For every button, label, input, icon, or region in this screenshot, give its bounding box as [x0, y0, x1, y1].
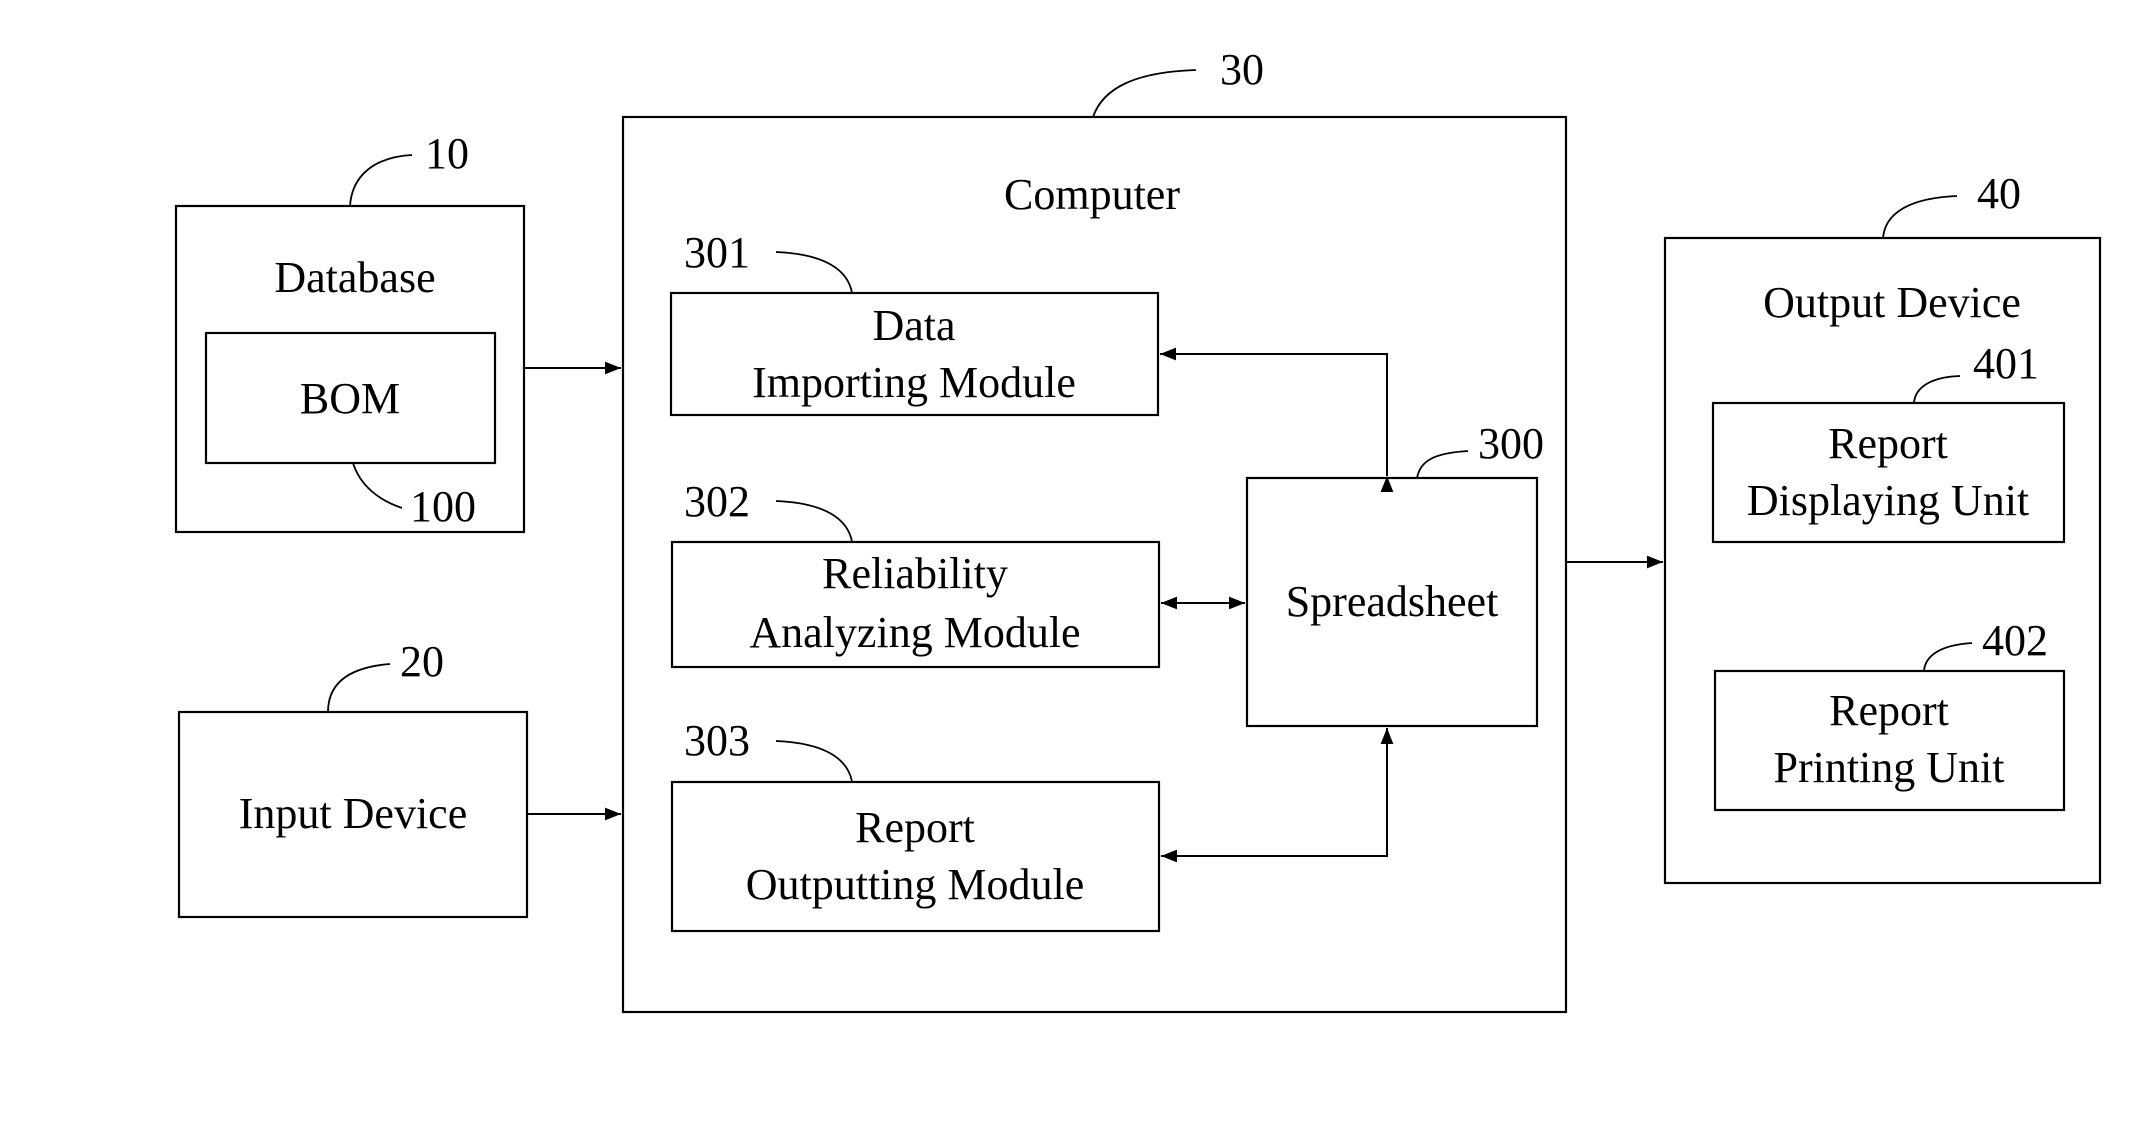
data-importing-module-block: Data Importing Module 301 [669, 228, 1160, 417]
output-device-block: Output Device 40 Report Displaying Unit … [1663, 169, 2102, 885]
report-printing-unit-ref: 402 [1982, 616, 2048, 665]
report-printing-unit-line2: Printing Unit [1773, 743, 2004, 792]
computer-label: Computer [1004, 170, 1180, 219]
reliability-analyzing-module-line1: Reliability [822, 549, 1008, 598]
output-device-leader-line [1882, 195, 1958, 239]
reliability-analyzing-module-line2: Analyzing Module [749, 608, 1080, 657]
report-outputting-module-block: Report Outputting Module 303 [670, 716, 1161, 933]
input-device-label: Input Device [239, 789, 467, 838]
database-leader-line [349, 154, 413, 207]
reliability-analyzing-module-leader-line [775, 500, 853, 543]
data-importing-module-line2: Importing Module [752, 358, 1076, 407]
computer-leader-line [1092, 69, 1197, 118]
computer-block: Computer 30 Data Importing Module 301 Re… [621, 45, 1568, 1014]
block-diagram: Database 10 BOM 100 Input Device 20 Comp… [174, 45, 2102, 1014]
database-ref: 10 [425, 129, 469, 178]
database-label: Database [274, 253, 435, 302]
spreadsheet-leader-line [1416, 450, 1469, 479]
report-outputting-module-leader-line [775, 740, 853, 783]
data-importing-module-line1: Data [872, 301, 955, 350]
bom-label: BOM [300, 374, 400, 423]
connector-data-importing-spreadsheet [1160, 347, 1394, 492]
reliability-analyzing-module-block: Reliability Analyzing Module 302 [670, 477, 1161, 669]
input-device-ref: 20 [400, 637, 444, 686]
computer-ref: 30 [1220, 45, 1264, 94]
bom-ref: 100 [410, 482, 476, 531]
report-displaying-unit-line2: Displaying Unit [1747, 476, 2029, 525]
report-displaying-unit-line1: Report [1828, 419, 1948, 468]
spreadsheet-block: Spreadsheet 300 [1245, 419, 1544, 728]
spreadsheet-ref: 300 [1478, 419, 1544, 468]
bom-leader-line [352, 462, 403, 509]
spreadsheet-label: Spreadsheet [1286, 577, 1499, 626]
report-displaying-unit-block: Report Displaying Unit 401 [1711, 339, 2066, 544]
bom-block: BOM 100 [204, 331, 497, 531]
report-printing-unit-block: Report Printing Unit 402 [1713, 616, 2066, 812]
input-device-leader-line [327, 663, 391, 713]
report-outputting-module-line2: Outputting Module [746, 860, 1085, 909]
database-block: Database 10 BOM 100 [174, 129, 526, 534]
report-outputting-module-line1: Report [855, 803, 975, 852]
connector-report-outputting-spreadsheet [1161, 728, 1394, 863]
report-displaying-unit-ref: 401 [1973, 339, 2039, 388]
report-displaying-unit-leader-line [1913, 375, 1961, 404]
report-printing-unit-line1: Report [1829, 686, 1949, 735]
input-device-block: Input Device 20 [177, 637, 529, 919]
report-outputting-module-ref: 303 [684, 716, 750, 765]
output-device-ref: 40 [1977, 169, 2021, 218]
data-importing-module-leader-line [775, 251, 853, 294]
output-device-label: Output Device [1763, 278, 2021, 327]
reliability-analyzing-module-ref: 302 [684, 477, 750, 526]
data-importing-module-ref: 301 [684, 228, 750, 277]
report-printing-unit-leader-line [1923, 642, 1973, 672]
